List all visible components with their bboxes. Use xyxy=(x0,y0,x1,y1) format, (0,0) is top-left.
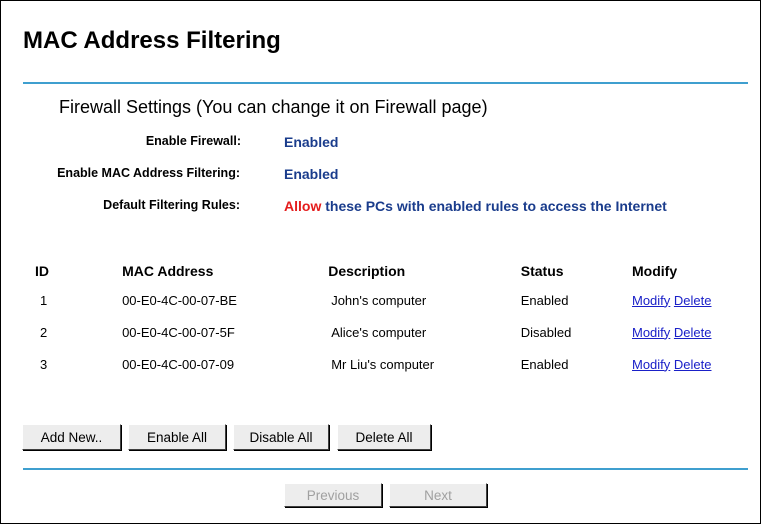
table-row: 2 00-E0-4C-00-07-5F Alice's computer Dis… xyxy=(24,316,761,348)
enable-mac-filtering-label: Enable MAC Address Filtering: xyxy=(57,166,240,180)
table-row: 1 00-E0-4C-00-07-BE John's computer Enab… xyxy=(24,284,761,316)
row-status: Disabled xyxy=(520,324,572,340)
mac-filter-table: ID MAC Address Description Status Modify… xyxy=(24,258,761,380)
header-description: Description xyxy=(328,263,406,279)
row-status: Enabled xyxy=(520,356,569,372)
table-header-row: ID MAC Address Description Status Modify xyxy=(24,258,761,284)
top-divider xyxy=(23,82,748,84)
row-mac-address: 00-E0-4C-00-07-09 xyxy=(122,356,235,372)
enable-firewall-label: Enable Firewall: xyxy=(145,134,241,148)
enable-mac-filtering-value: Enabled xyxy=(284,166,339,182)
next-button[interactable]: Next xyxy=(389,483,487,507)
row-description: Alice's computer xyxy=(331,324,427,340)
delete-link[interactable]: Delete xyxy=(674,293,712,308)
row-mac-address: 00-E0-4C-00-07-BE xyxy=(122,292,237,308)
row-id: 3 xyxy=(40,356,48,372)
allow-keyword: Allow xyxy=(284,198,322,214)
modify-link[interactable]: Modify xyxy=(632,293,670,308)
row-description: John's computer xyxy=(331,292,427,308)
default-filtering-rules-label: Default Filtering Rules: xyxy=(103,198,240,212)
modify-link[interactable]: Modify xyxy=(632,357,670,372)
row-mac-address: 00-E0-4C-00-07-5F xyxy=(122,324,235,340)
add-new-button[interactable]: Add New.. xyxy=(22,424,121,450)
row-id: 2 xyxy=(40,324,48,340)
bottom-divider xyxy=(23,468,748,470)
previous-button[interactable]: Previous xyxy=(284,483,382,507)
row-actions: Modify Delete xyxy=(632,284,761,316)
row-actions: Modify Delete xyxy=(632,348,761,380)
row-description: Mr Liu's computer xyxy=(331,356,435,372)
delete-link[interactable]: Delete xyxy=(674,325,712,340)
row-status: Enabled xyxy=(520,292,569,308)
enable-all-button[interactable]: Enable All xyxy=(128,424,226,450)
firewall-section-title: Firewall Settings (You can change it on … xyxy=(59,97,488,117)
delete-all-button[interactable]: Delete All xyxy=(337,424,431,450)
default-filtering-rules-value: Allow these PCs with enabled rules to ac… xyxy=(284,198,667,214)
row-actions: Modify Delete xyxy=(632,316,761,348)
header-id: ID xyxy=(35,263,49,279)
modify-link[interactable]: Modify xyxy=(632,325,670,340)
disable-all-button[interactable]: Disable All xyxy=(233,424,329,450)
page-title: MAC Address Filtering xyxy=(23,27,281,54)
row-id: 1 xyxy=(40,292,48,308)
default-rules-text: these PCs with enabled rules to access t… xyxy=(325,198,667,214)
enable-firewall-value: Enabled xyxy=(284,134,339,150)
table-row: 3 00-E0-4C-00-07-09 Mr Liu's computer En… xyxy=(24,348,761,380)
header-mac-address: MAC Address xyxy=(122,263,214,279)
header-status: Status xyxy=(520,263,564,279)
delete-link[interactable]: Delete xyxy=(674,357,712,372)
header-modify: Modify xyxy=(632,263,678,279)
